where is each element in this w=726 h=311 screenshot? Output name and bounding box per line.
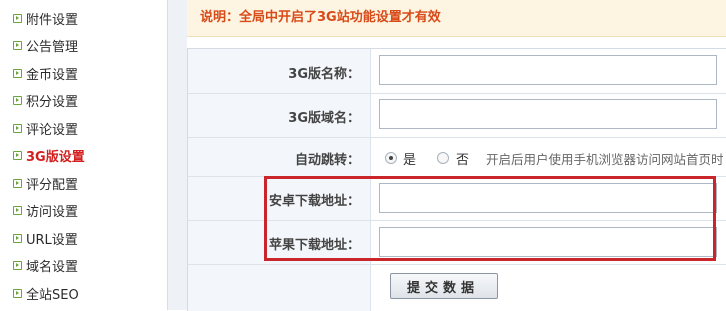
- sidebar-item-label: 3G版设置: [26, 150, 85, 165]
- sidebar-item-label: 全站SEO: [26, 288, 79, 303]
- sidebar-item-label: 访问设置: [26, 205, 79, 220]
- bullet-icon: [13, 96, 22, 105]
- domain-label: 3G版域名：: [288, 111, 360, 126]
- sidebar-item-label: URL设置: [26, 233, 78, 248]
- bullet-icon: [13, 261, 22, 270]
- bullet-icon: [13, 179, 22, 188]
- name-label: 3G版名称：: [288, 67, 360, 82]
- apple-url-input[interactable]: [379, 227, 717, 257]
- bullet-icon: [13, 69, 22, 78]
- bullet-icon: [13, 289, 22, 298]
- sidebar-item-comment-settings[interactable]: 评论设置: [0, 115, 167, 142]
- redirect-no-radio[interactable]: [437, 152, 449, 164]
- sidebar-item-label: 公告管理: [26, 40, 79, 55]
- sidebar-item-access-settings[interactable]: 访问设置: [0, 197, 167, 224]
- redirect-yes-radio[interactable]: [385, 152, 397, 164]
- sidebar-item-domain-settings[interactable]: 域名设置: [0, 252, 167, 279]
- sidebar-item-label: 积分设置: [26, 95, 79, 110]
- submit-button[interactable]: 提交数据: [390, 273, 498, 299]
- sidebar-item-3g-settings[interactable]: 3G版设置: [0, 142, 167, 169]
- android-url-label: 安卓下载地址：: [268, 194, 360, 209]
- settings-form: 3G版名称： 3G版域名： 自动跳转： 是 否 开启后用户使用手机浏览器访问网站…: [187, 48, 726, 311]
- sidebar-item-points-settings[interactable]: 积分设置: [0, 87, 167, 114]
- bullet-icon: [13, 234, 22, 243]
- redirect-yes-label: 是: [403, 153, 417, 168]
- notice-bar: 说明：全局中开启了3G站功能设置才有效: [187, 0, 726, 37]
- sidebar-item-announcement-management[interactable]: 公告管理: [0, 32, 167, 59]
- bullet-icon: [13, 151, 22, 160]
- row-divider: [188, 176, 726, 177]
- sidebar-item-rating-config[interactable]: 评分配置: [0, 170, 167, 197]
- row-divider: [188, 93, 726, 94]
- sidebar-item-label: 评分配置: [26, 178, 79, 193]
- sidebar-item-label: 附件设置: [26, 13, 79, 28]
- bullet-icon: [13, 124, 22, 133]
- row-divider: [188, 264, 726, 265]
- sidebar-item-label: 域名设置: [26, 260, 79, 275]
- sidebar-item-site-seo[interactable]: 全站SEO: [0, 280, 167, 307]
- 3g-domain-input[interactable]: [379, 99, 717, 129]
- notice-text: 说明：全局中开启了3G站功能设置才有效: [200, 10, 441, 25]
- apple-url-label: 苹果下载地址：: [268, 238, 360, 253]
- sidebar-item-label: 金币设置: [26, 68, 79, 83]
- bullet-icon: [13, 206, 22, 215]
- 3g-name-input[interactable]: [379, 55, 717, 85]
- content-gutter: [168, 0, 187, 310]
- sidebar-item-label: 评论设置: [26, 123, 79, 138]
- bullet-icon: [13, 14, 22, 23]
- redirect-no-label: 否: [456, 153, 470, 168]
- bullet-icon: [13, 41, 22, 50]
- sidebar-item-url-settings[interactable]: URL设置: [0, 225, 167, 252]
- android-url-input[interactable]: [379, 183, 717, 213]
- row-divider: [188, 137, 726, 138]
- label-column: [188, 49, 371, 311]
- redirect-hint: 开启后用户使用手机浏览器访问网站首页时: [486, 152, 724, 167]
- redirect-label: 自动跳转：: [294, 153, 360, 168]
- sidebar: 附件设置 公告管理 金币设置 积分设置 评论设置 3G版设置 评分配置 访问设置…: [0, 0, 168, 310]
- sidebar-item-attachment-settings[interactable]: 附件设置: [0, 5, 167, 32]
- row-divider: [188, 220, 726, 221]
- sidebar-item-gold-settings[interactable]: 金币设置: [0, 60, 167, 87]
